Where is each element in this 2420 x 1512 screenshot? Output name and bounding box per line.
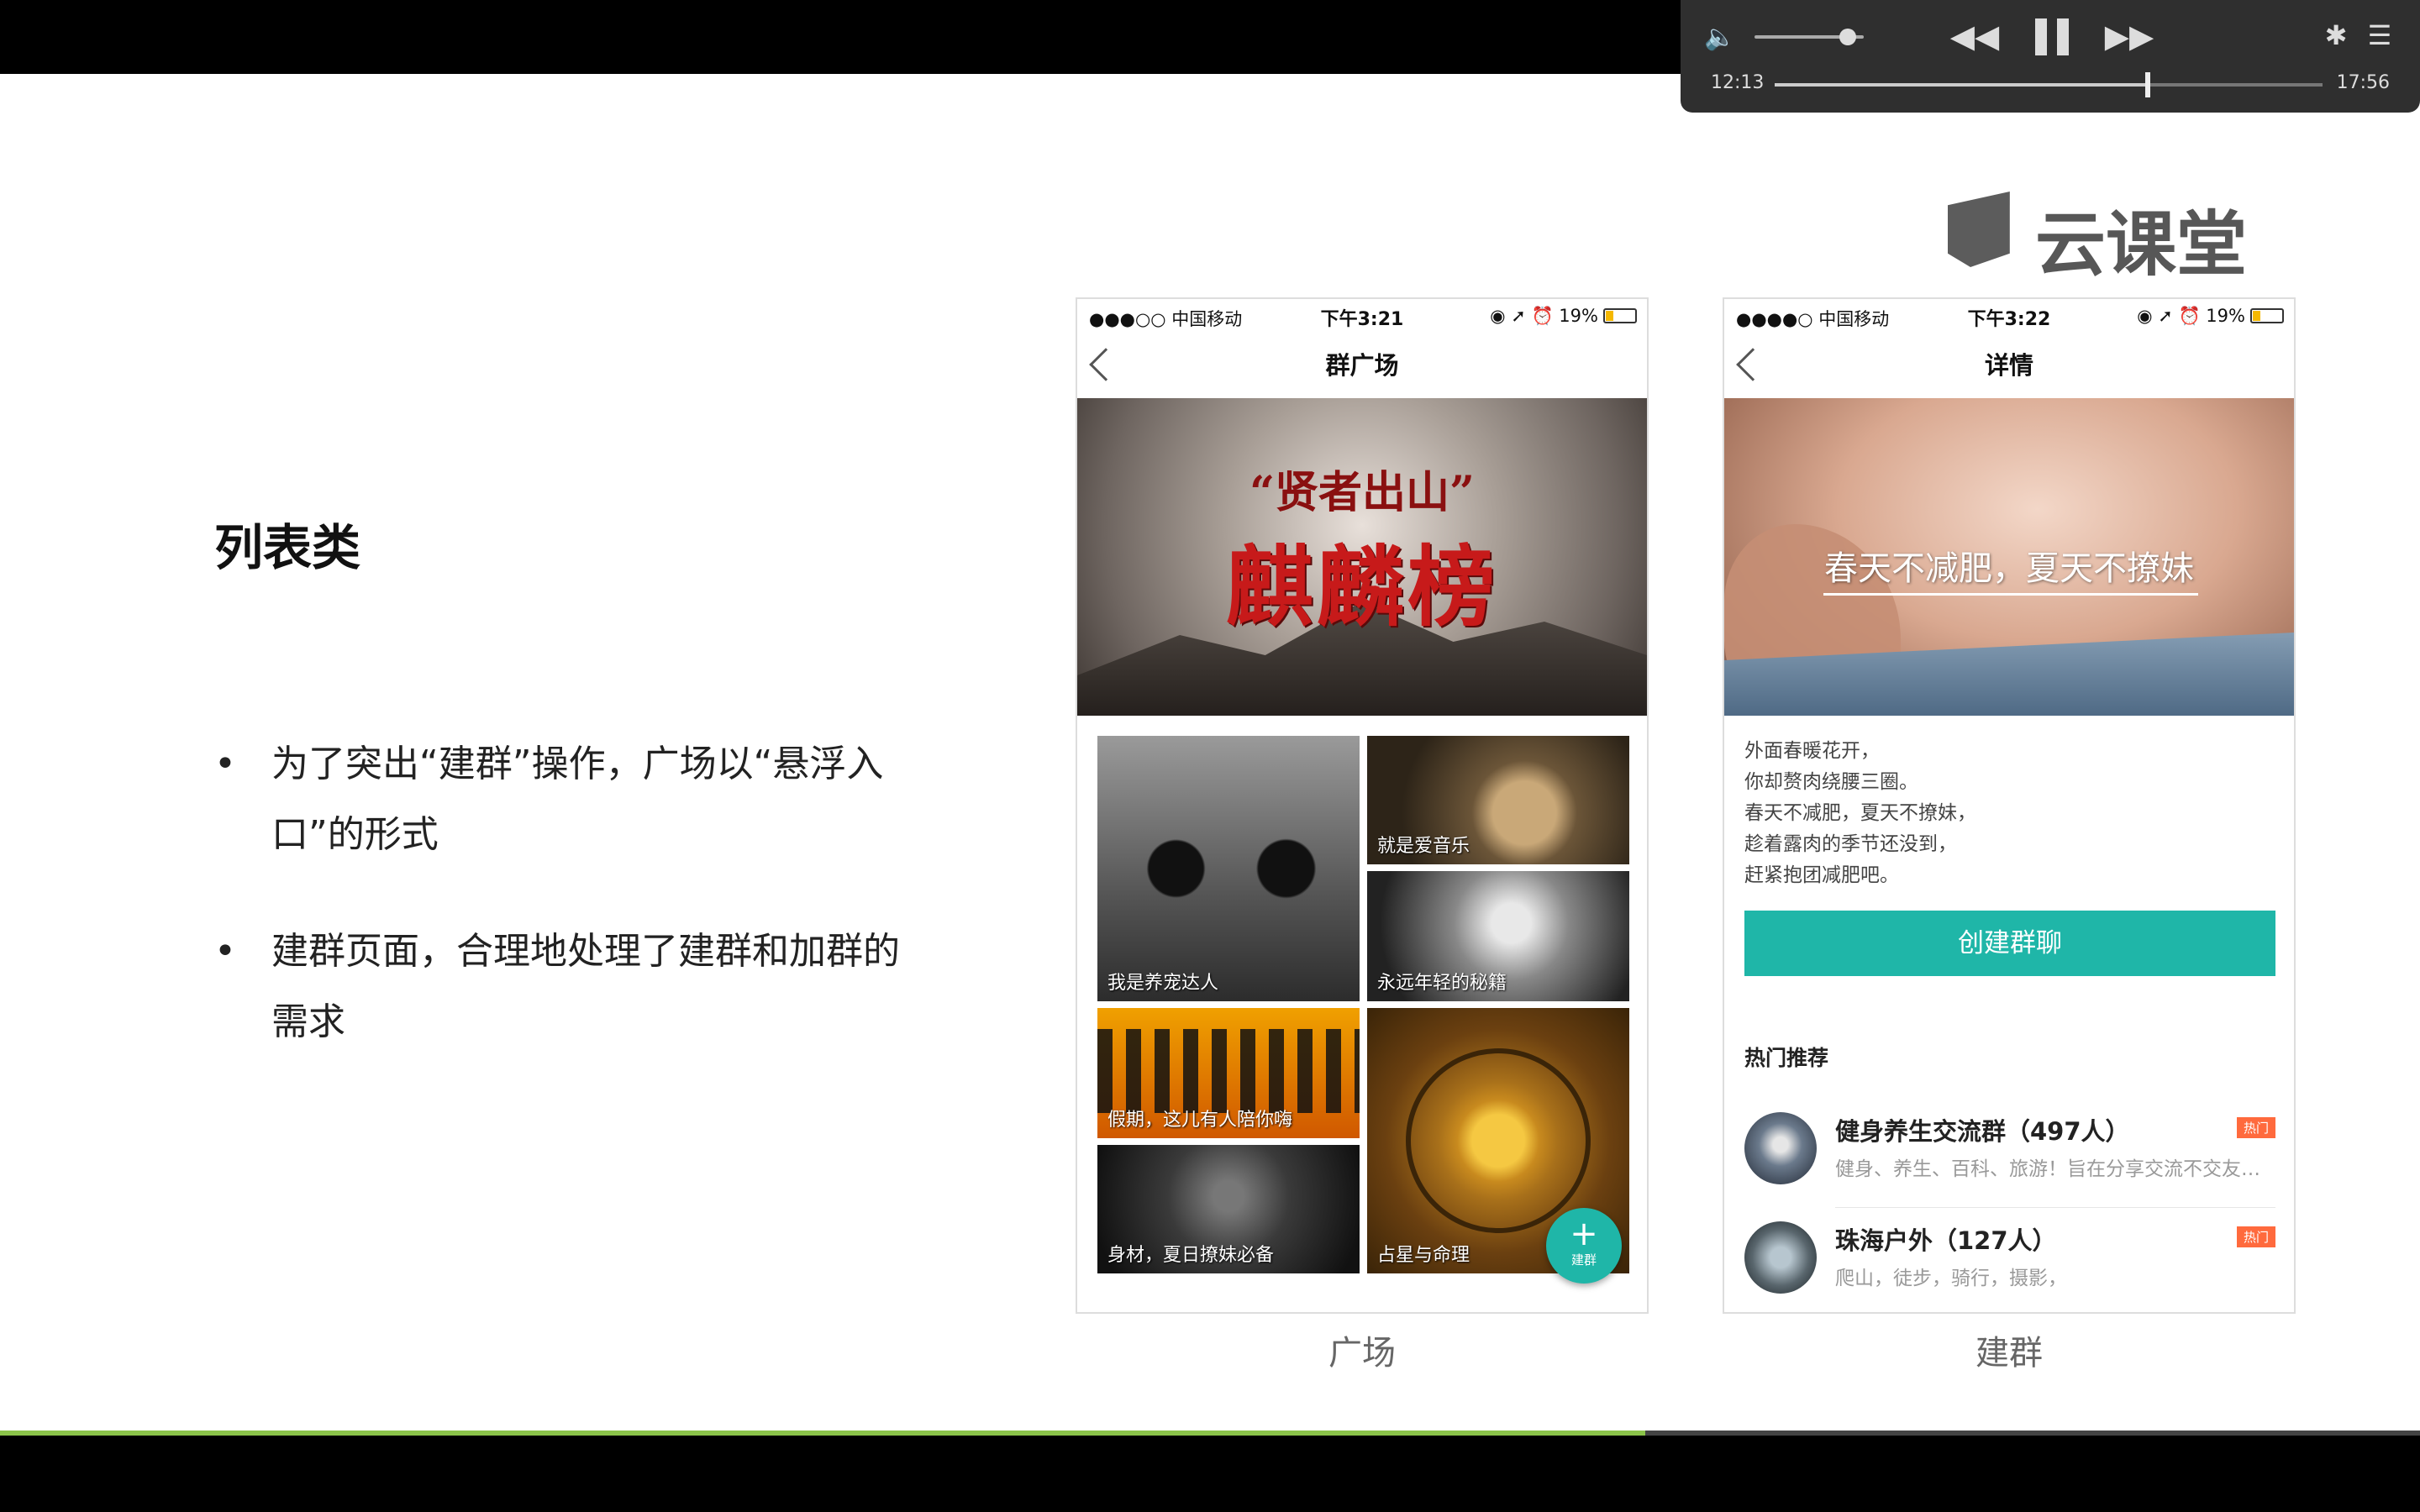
nav-title: 详情 (1984, 351, 2033, 380)
phone-screenshot-square: ●●●○○ 中国移动 下午3:21 ◉ ➚ ⏰ 19% 群广场 “贤者出山” 麒… (1076, 297, 1649, 1314)
avatar (1744, 1221, 1817, 1294)
pause-button[interactable] (2028, 13, 2079, 59)
hot-recommend-title: 热门推荐 (1744, 1046, 1829, 1070)
hot-badge: 热门 (2236, 1226, 2275, 1247)
avatar (1744, 1112, 1817, 1184)
divider (1835, 1207, 2275, 1208)
screen: 列表类 • 为了突出“建群”操作，广场以“悬浮入口”的形式 • 建群页面，合理地… (0, 0, 2420, 1512)
banner-title: 麒麟榜 (1225, 535, 1498, 638)
back-icon[interactable] (1089, 348, 1123, 381)
caption-square: 广场 (1328, 1334, 1396, 1373)
lesson-progress-remaining[interactable] (1645, 1431, 2420, 1436)
create-group-fab[interactable]: + 建群 (1546, 1208, 1622, 1284)
tile-holiday[interactable]: 假期，这儿有人陪你嗨 (1097, 1008, 1360, 1138)
watermark-text: 云课堂 (2035, 203, 2248, 286)
bullet-text: 建群页面，合理地处理了建群和加群的需求 (271, 930, 900, 1043)
banner-subtitle: “贤者出山” (1249, 467, 1475, 518)
time-current: 12:13 (1711, 72, 1765, 93)
seek-bar-knob[interactable] (2145, 72, 2150, 97)
create-group-chat-button[interactable]: 创建群聊 (1744, 911, 2275, 976)
banner-image[interactable]: “贤者出山” 麒麟榜 (1077, 398, 1647, 716)
volume-slider-knob[interactable] (1839, 29, 1856, 45)
tile-youth[interactable]: 永远年轻的秘籍 (1367, 871, 1629, 1001)
seek-bar-fill (1775, 83, 2148, 87)
list-item[interactable]: 健身养生交流群（497人） 健身、养生、百科、旅游！旨在分享交流不交友… 热门 (1744, 1107, 2275, 1208)
description-line: 趁着露肉的季节还没到， (1744, 833, 1957, 855)
nav-title: 群广场 (1325, 351, 1399, 380)
rewind-button[interactable]: ◀◀ (1949, 15, 2000, 57)
status-icons: ◉ ➚ ⏰ 19% (2137, 306, 2245, 326)
tile-label: 假期，这儿有人陪你嗨 (1107, 1110, 1293, 1131)
seek-bar[interactable] (1775, 72, 2323, 97)
tile-music[interactable]: 就是爱音乐 (1367, 736, 1629, 864)
tile-fitness[interactable]: 身材，夏日撩妹必备 (1097, 1145, 1360, 1273)
phone-screenshot-create: ●●●●○ 中国移动 下午3:22 ◉ ➚ ⏰ 19% 详情 春天不减肥，夏天不… (1723, 297, 2296, 1314)
menu-icon[interactable]: ☰ (2363, 17, 2396, 54)
group-name: 健身养生交流群（497人） (1835, 1117, 2130, 1146)
list-item[interactable]: 珠海户外（127人） 爬山，徒步，骑行，摄影， 热门 (1744, 1216, 2275, 1312)
status-bar: ●●●○○ 中国移动 下午3:21 ◉ ➚ ⏰ 19% (1077, 299, 1647, 333)
silhouettes (1097, 1029, 1360, 1113)
tile-label: 我是养宠达人 (1107, 973, 1219, 994)
description-line: 外面春暖花开， (1744, 740, 1880, 762)
fast-forward-button[interactable]: ▶▶ (2104, 15, 2154, 57)
tile-label: 就是爱音乐 (1377, 836, 1470, 857)
lesson-progress-bar[interactable] (0, 1431, 1646, 1436)
nav-bar: 群广场 (1077, 333, 1647, 398)
battery-icon (1603, 308, 1637, 323)
banner-image: 春天不减肥，夏天不撩妹 (1724, 398, 2294, 716)
group-name: 珠海户外（127人） (1835, 1226, 2057, 1255)
tile-pets[interactable]: 我是养宠达人 (1097, 736, 1360, 1001)
description-line: 赶紧抱团减肥吧。 (1744, 864, 1899, 886)
plus-icon: + (1570, 1215, 1598, 1253)
status-bar: ●●●●○ 中国移动 下午3:22 ◉ ➚ ⏰ 19% (1724, 299, 2294, 333)
caption-create: 建群 (1975, 1334, 2043, 1373)
time-total: 17:56 (2336, 72, 2390, 93)
group-desc: 爬山，徒步，骑行，摄影， (1835, 1268, 2067, 1289)
hot-badge: 热门 (2236, 1117, 2275, 1138)
slide-title: 列表类 (214, 519, 361, 576)
group-desc: 健身、养生、百科、旅游！旨在分享交流不交友… (1835, 1158, 2260, 1180)
nav-bar: 详情 (1724, 333, 2294, 398)
group-description: 外面春暖花开， 你却赘肉绕腰三圈。 春天不减肥，夏天不撩妹， 趁着露肉的季节还没… (1744, 736, 1976, 891)
bullet-dot: • (214, 930, 236, 973)
banner-underline (1823, 593, 2198, 596)
tile-label: 身材，夏日撩妹必备 (1107, 1245, 1275, 1266)
zodiac-ring (1406, 1048, 1591, 1233)
bullet-text: 为了突出“建群”操作，广场以“悬浮入口”的形式 (271, 743, 884, 856)
description-line: 你却赘肉绕腰三圈。 (1744, 771, 1918, 793)
battery-icon (2250, 308, 2284, 323)
fab-label: 建群 (1570, 1252, 1597, 1268)
status-icons: ◉ ➚ ⏰ 19% (1490, 306, 1598, 326)
back-icon[interactable] (1736, 348, 1770, 381)
settings-icon[interactable]: ✱ (2319, 17, 2353, 54)
banner-text: 春天不减肥，夏天不撩妹 (1824, 549, 2194, 588)
bullet-dot: • (214, 743, 236, 785)
description-line: 春天不减肥，夏天不撩妹， (1744, 802, 1976, 824)
tile-label: 占星与命理 (1377, 1245, 1470, 1266)
volume-icon[interactable]: 🔈 (1704, 24, 1738, 52)
media-player-controls: 🔈 ◀◀ ▶▶ ✱ ☰ 12:13 17:56 (1681, 0, 2420, 113)
tile-label: 永远年轻的秘籍 (1377, 973, 1507, 994)
